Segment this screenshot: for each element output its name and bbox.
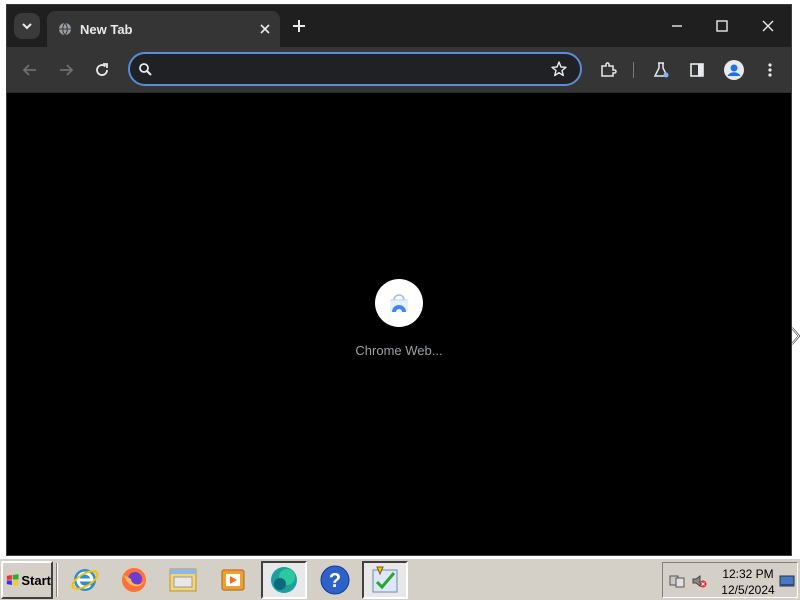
bookmark-star-icon[interactable] (550, 60, 568, 78)
flask-icon (653, 62, 669, 78)
tab-new-tab[interactable]: New Tab (47, 11, 280, 47)
labs-button[interactable] (650, 59, 672, 81)
chrome-web-app-button[interactable] (261, 561, 307, 599)
extensions-button[interactable] (597, 59, 619, 81)
side-panel-button[interactable] (686, 59, 708, 81)
shortcut-label: Chrome Web... (355, 343, 443, 358)
resize-cursor-icon (791, 327, 800, 345)
media-player-icon (221, 569, 245, 591)
more-vertical-icon (768, 63, 772, 77)
toolbar-divider (633, 62, 634, 78)
app-icon (271, 567, 297, 593)
arrow-left-icon (22, 64, 36, 76)
task-scheduler-button[interactable] (362, 561, 408, 599)
puzzle-icon (601, 62, 617, 77)
tab-title: New Tab (80, 22, 133, 37)
reload-button[interactable] (91, 59, 113, 81)
chrome-web-store-icon (390, 294, 408, 315)
address-input[interactable] (158, 58, 538, 80)
reload-icon (96, 63, 108, 76)
volume-muted-icon[interactable] (691, 573, 707, 589)
menu-button[interactable] (759, 59, 781, 81)
taskbar-separator (56, 563, 58, 597)
arrow-right-icon (60, 64, 74, 76)
start-button[interactable]: Start (1, 561, 53, 599)
clock-time: 12:32 PM (722, 567, 774, 581)
title-bar: New Tab (7, 5, 791, 47)
tab-search-button[interactable] (14, 13, 40, 39)
internet-explorer-button[interactable] (62, 561, 108, 599)
firefox-icon (122, 568, 146, 592)
svg-text:?: ? (329, 570, 341, 592)
chrome-web-store-shortcut[interactable] (375, 279, 423, 327)
system-tray: 12:32 PM 12/5/2024 (662, 562, 798, 598)
search-icon (139, 63, 152, 76)
clock-date: 12/5/2024 (721, 583, 775, 597)
side-panel-icon (690, 63, 704, 77)
address-bar[interactable] (128, 52, 582, 86)
close-window-icon[interactable] (757, 15, 779, 37)
desktop: New Tab Chrome Web... Start ? 12:32 PM 1… (0, 0, 800, 600)
forward-button[interactable] (55, 59, 77, 81)
browser-window: New Tab Chrome Web... (6, 4, 792, 556)
help-button[interactable]: ? (312, 561, 358, 599)
back-button[interactable] (19, 59, 41, 81)
show-desktop-icon[interactable] (779, 573, 795, 589)
network-icon[interactable] (669, 573, 685, 589)
file-explorer-button[interactable] (160, 561, 206, 599)
firefox-button[interactable] (111, 561, 157, 599)
globe-icon (59, 22, 71, 36)
minimize-icon[interactable] (666, 15, 688, 37)
page-content: Chrome Web... (7, 93, 791, 555)
profile-button[interactable] (723, 59, 745, 81)
folder-icon (169, 568, 197, 592)
windows-logo-icon (6, 574, 19, 586)
chevron-down-icon (22, 23, 32, 30)
new-tab-icon[interactable] (289, 16, 309, 36)
help-icon: ? (320, 565, 350, 595)
taskbar: Start ? 12:32 PM 12/5/2024 (0, 558, 800, 600)
media-player-button[interactable] (210, 561, 256, 599)
start-label: Start (21, 572, 51, 588)
close-tab-icon[interactable] (258, 22, 272, 36)
avatar-icon (724, 60, 744, 80)
toolbar (7, 47, 791, 93)
maximize-icon[interactable] (711, 15, 733, 37)
checklist-icon (372, 566, 398, 593)
internet-explorer-icon (71, 569, 99, 591)
